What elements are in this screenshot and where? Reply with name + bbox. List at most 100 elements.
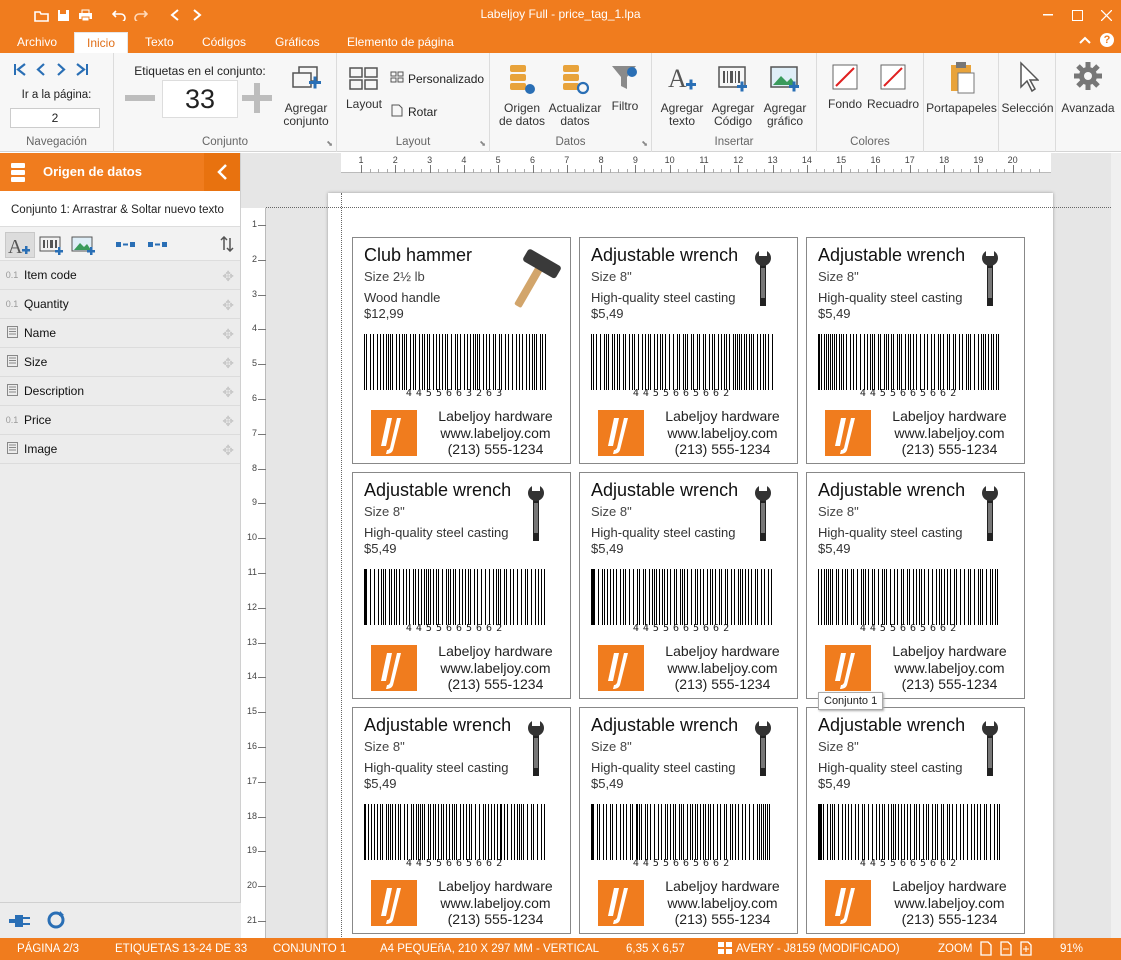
label-description: High-quality steel casting	[818, 290, 963, 305]
field-item[interactable]: Description ✥	[0, 377, 240, 406]
add-code-label: Agregar Código	[711, 101, 755, 128]
tab-inicio[interactable]: Inicio	[74, 32, 129, 53]
field-item[interactable]: 0.1 Price ✥	[0, 406, 240, 435]
label-price: $5,49	[818, 306, 851, 321]
decrease-icon[interactable]	[125, 91, 155, 108]
add-barcode-field-icon[interactable]	[39, 235, 65, 258]
zoom-actual-icon[interactable]	[1020, 941, 1032, 959]
ruler-label: 9	[251, 497, 257, 508]
label-barcode-number: 4455665662	[405, 858, 507, 869]
field-item[interactable]: 0.1 Item code ✥	[0, 261, 240, 290]
label-company-block: Labeljoy hardware www.labeljoy.com (213) 5…	[660, 643, 785, 693]
group-conjunto: Etiquetas en el conjunto: 33 Agregar con…	[114, 53, 337, 152]
dialog-launcher-icon[interactable]: ⬊	[641, 139, 648, 148]
selection-button[interactable]: Selección	[1001, 61, 1054, 115]
drag-handle-icon[interactable]: ✥	[222, 384, 234, 401]
zoom-width-icon[interactable]	[1000, 941, 1012, 959]
ruler-label: 17	[246, 775, 257, 786]
add-code-button[interactable]: Agregar Código	[707, 63, 759, 128]
drag-handle-icon[interactable]: ✥	[222, 442, 234, 459]
move-left-icon[interactable]	[147, 239, 169, 253]
close-icon[interactable]	[1091, 4, 1121, 26]
maximize-icon[interactable]	[1062, 4, 1092, 26]
field-item[interactable]: 0.1 Quantity ✥	[0, 290, 240, 319]
tab-texto[interactable]: Texto	[133, 32, 186, 53]
labels-count-input[interactable]: 33	[162, 80, 238, 118]
ruler-tick	[258, 329, 266, 331]
label-website: www.labeljoy.com	[894, 894, 1005, 911]
drag-handle-icon[interactable]: ✥	[222, 268, 234, 285]
label-card[interactable]: Adjustable wrench Size 8" High-quality ste…	[352, 707, 571, 934]
add-set-button[interactable]: Agregar conjunto	[278, 65, 334, 128]
zoom-page-icon[interactable]	[980, 941, 992, 959]
prev-page-icon[interactable]	[35, 63, 47, 79]
label-card[interactable]: Adjustable wrench Size 8" High-quality ste…	[579, 472, 798, 699]
ruler-tick	[566, 165, 568, 173]
label-card[interactable]: Club hammer Size 2½ lb Wood handle $12,99 44…	[352, 237, 571, 464]
add-graphic-button[interactable]: Agregar gráfico	[759, 63, 811, 128]
label-card[interactable]: Adjustable wrench Size 8" High-quality ste…	[806, 237, 1025, 464]
tab-graficos[interactable]: Gráficos	[263, 32, 332, 53]
add-text-button[interactable]: A Agregar texto	[657, 63, 707, 128]
ruler-tick	[635, 165, 637, 173]
rotate-button[interactable]: Rotar	[390, 103, 437, 120]
data-source-button[interactable]: Origen de datos	[498, 63, 546, 128]
design-canvas[interactable]: 1 2 3 4 5 6 7 8 9 10 11 12 13 14 15 16 17 18 19 20 12345678…	[241, 153, 1121, 938]
label-card[interactable]: Adjustable wrench Size 8" High-quality ste…	[579, 707, 798, 934]
drag-handle-icon[interactable]: ✥	[222, 297, 234, 314]
panel-title: Origen de datos	[43, 164, 142, 179]
plug-icon[interactable]	[8, 912, 32, 933]
add-image-field-icon[interactable]	[71, 235, 97, 258]
advanced-button[interactable]: Avanzada	[1058, 61, 1118, 115]
custom-button[interactable]: Personalizado	[390, 71, 484, 86]
vertical-scrollbar[interactable]	[1111, 153, 1121, 938]
ruler-label: 5	[495, 155, 501, 165]
tab-codigos[interactable]: Códigos	[190, 32, 258, 53]
layout-button[interactable]: Layout	[344, 67, 384, 111]
increase-icon[interactable]	[242, 83, 272, 116]
label-size: Size 8"	[364, 504, 405, 519]
dialog-launcher-icon[interactable]: ⬊	[479, 139, 486, 148]
help-icon[interactable]: ?	[1100, 33, 1114, 47]
tab-archivo[interactable]: Archivo	[5, 32, 69, 53]
refresh-icon[interactable]	[46, 910, 66, 933]
ruler-tick	[532, 165, 534, 173]
text-field-icon	[0, 326, 24, 340]
field-item[interactable]: Image ✥	[0, 435, 240, 464]
label-card[interactable]: Adjustable wrench Size 8" High-quality ste…	[806, 472, 1025, 699]
filter-button[interactable]: Filtro	[606, 63, 644, 113]
page-number-input[interactable]: 2	[10, 108, 100, 128]
ruler-minor-tick	[1021, 169, 1023, 173]
first-page-icon[interactable]	[13, 63, 27, 79]
drag-handle-icon[interactable]: ✥	[222, 326, 234, 343]
label-card[interactable]: Adjustable wrench Size 8" High-quality ste…	[579, 237, 798, 464]
ruler-tick	[258, 851, 266, 853]
label-card[interactable]: Adjustable wrench Size 8" High-quality ste…	[352, 472, 571, 699]
wrench-icon	[752, 248, 774, 313]
collapse-ribbon-icon[interactable]	[1079, 34, 1091, 48]
ruler-minor-tick	[1004, 169, 1006, 173]
field-item[interactable]: Size ✥	[0, 348, 240, 377]
ruler-tick	[258, 781, 266, 783]
ruler-tick	[258, 294, 266, 296]
fill-color-button[interactable]: Fondo	[823, 63, 867, 111]
add-text-field-icon[interactable]: A	[5, 232, 35, 258]
label-company-block: Labeljoy hardware www.labeljoy.com (213) 5…	[660, 878, 785, 928]
ruler-label: 21	[246, 915, 257, 925]
last-page-icon[interactable]	[75, 63, 89, 79]
drag-handle-icon[interactable]: ✥	[222, 413, 234, 430]
minimize-icon[interactable]	[1033, 4, 1063, 26]
label-card[interactable]: Adjustable wrench Size 8" High-quality ste…	[806, 707, 1025, 934]
next-page-icon[interactable]	[55, 63, 67, 79]
drag-handle-icon[interactable]: ✥	[222, 355, 234, 372]
labeljoy-logo	[825, 645, 871, 691]
field-item[interactable]: Name ✥	[0, 319, 240, 348]
tab-elemento-pagina[interactable]: Elemento de página	[335, 32, 466, 53]
border-color-button[interactable]: Recuadro	[867, 63, 919, 111]
sort-icon[interactable]	[220, 235, 234, 255]
clipboard-button[interactable]: Portapapeles	[926, 61, 997, 115]
dialog-launcher-icon[interactable]: ⬊	[326, 139, 333, 148]
move-right-icon[interactable]	[115, 239, 137, 253]
refresh-data-button[interactable]: Actualizar datos	[548, 63, 602, 128]
collapse-panel-button[interactable]	[204, 153, 240, 191]
